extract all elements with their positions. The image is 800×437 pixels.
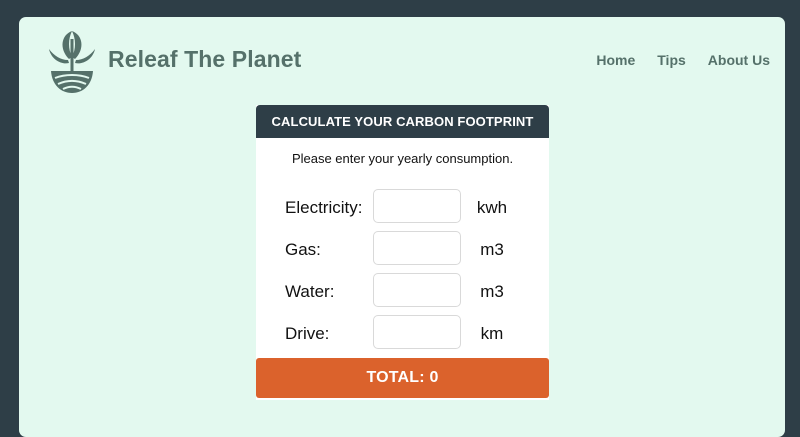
leaf-sprout-globe-icon <box>49 31 95 93</box>
nav-about-us-link[interactable]: About Us <box>708 52 770 68</box>
nav-home-link[interactable]: Home <box>596 52 635 68</box>
drive-row: Drive: km <box>256 315 549 351</box>
water-unit: m3 <box>480 282 504 301</box>
calculator-title: CALCULATE YOUR CARBON FOOTPRINT <box>256 105 549 138</box>
electricity-label: Electricity: <box>285 198 363 217</box>
water-row: Water: m3 <box>256 273 549 309</box>
page-container: Releaf The Planet Home Tips About Us CAL… <box>19 17 785 437</box>
drive-label: Drive: <box>285 324 330 343</box>
gas-row: Gas: m3 <box>256 231 549 267</box>
electricity-row: Electricity: kwh <box>256 189 549 225</box>
drive-input[interactable] <box>373 315 461 349</box>
total-display: TOTAL: 0 <box>256 358 549 398</box>
drive-unit: km <box>480 324 504 343</box>
electricity-input[interactable] <box>373 189 461 223</box>
water-input[interactable] <box>373 273 461 307</box>
water-label: Water: <box>285 282 335 301</box>
gas-input[interactable] <box>373 231 461 265</box>
gas-label: Gas: <box>285 240 321 259</box>
calculator-instruction: Please enter your yearly consumption. <box>291 151 514 166</box>
main-nav: Home Tips About Us <box>596 52 770 68</box>
electricity-unit: kwh <box>476 198 508 217</box>
brand-name: Releaf The Planet <box>108 46 302 72</box>
carbon-calculator-card: CALCULATE YOUR CARBON FOOTPRINT Please e… <box>256 105 549 400</box>
gas-unit: m3 <box>480 240 504 259</box>
nav-tips-link[interactable]: Tips <box>657 52 686 68</box>
